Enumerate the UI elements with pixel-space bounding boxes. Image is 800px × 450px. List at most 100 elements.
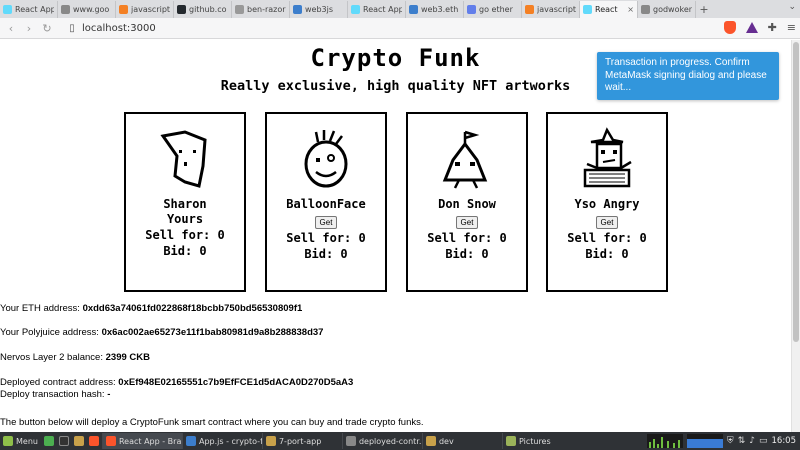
terminal-icon[interactable]	[58, 436, 69, 446]
page-scrollbar[interactable]	[791, 40, 800, 432]
tab-favicon-icon	[409, 5, 418, 14]
tab-favicon-icon	[583, 5, 592, 14]
files-icon[interactable]	[73, 436, 84, 446]
tab-label: React App	[363, 5, 402, 14]
volume-icon[interactable]: ♪	[749, 436, 755, 446]
mint-menu-icon	[3, 436, 13, 446]
address-bar[interactable]: localhost:3000	[82, 23, 602, 34]
battery-icon[interactable]: ▭	[759, 436, 768, 446]
taskbar-window-button[interactable]: 7-port-app	[261, 433, 342, 449]
tab-close-icon[interactable]: ×	[627, 5, 634, 14]
contract-address-value: 0xEf948E02165551c7b9EfFCE1d5dACA0D270D5a…	[118, 377, 354, 388]
browser-tab[interactable]: go ether	[464, 1, 522, 18]
card-sell-price: Sell for: 0	[567, 231, 647, 245]
window-app-icon	[505, 436, 516, 446]
taskbar-window-button[interactable]: Pictures	[501, 433, 582, 449]
tab-favicon-icon	[177, 5, 186, 14]
new-tab-button[interactable]: +	[696, 1, 712, 18]
window-app-icon	[345, 436, 356, 446]
browser-tab[interactable]: github.co	[174, 1, 232, 18]
tab-favicon-icon	[351, 5, 360, 14]
layer2-balance-line: Nervos Layer 2 balance: 2399 CKB	[0, 352, 150, 363]
browser-tab[interactable]: React ×	[580, 1, 638, 18]
card-bid: Bid: 0	[163, 244, 207, 258]
deploy-note: The button below will deploy a CryptoFun…	[0, 417, 424, 428]
transaction-toast[interactable]: Transaction in progress. Confirm MetaMas…	[597, 52, 779, 100]
forward-button[interactable]: ›	[22, 21, 36, 35]
tab-favicon-icon	[525, 5, 534, 14]
menu-icon[interactable]: ≡	[787, 21, 796, 34]
brave-rewards-icon[interactable]	[745, 22, 758, 33]
brave-shields-icon[interactable]	[723, 21, 736, 34]
get-button[interactable]: Get	[314, 216, 338, 229]
start-menu-label: Menu	[16, 436, 38, 446]
sharon-artwork-image	[160, 130, 207, 188]
window-app-icon	[185, 436, 196, 446]
tab-label: godwoken	[653, 5, 692, 14]
browser-toolbar: ‹ › ↻ ▯ localhost:3000 ✚ ≡	[0, 18, 800, 39]
tab-label: web3.eth	[421, 5, 459, 14]
taskbar-window-label: dev	[438, 436, 454, 446]
tab-label: github.co	[189, 5, 227, 14]
bookmark-icon[interactable]: ▯	[66, 21, 78, 35]
browser-tab[interactable]: web3js	[290, 1, 348, 18]
brave-launcher-icon[interactable]	[88, 436, 99, 446]
browser-tab[interactable]: javascript	[522, 1, 580, 18]
taskbar-window-label: React App - Bra...	[118, 436, 182, 446]
browser-tab[interactable]: godwoken	[638, 1, 696, 18]
clock[interactable]: 16:05	[772, 436, 797, 446]
reload-icon[interactable]: ↻	[40, 21, 54, 35]
scrollbar-thumb[interactable]	[793, 42, 799, 342]
taskbar-window-button[interactable]: deployed-contr...	[341, 433, 422, 449]
memory-graph	[686, 434, 723, 448]
nft-card-ysoangry: Yso Angry Get Sell for: 0 Bid: 0	[546, 112, 668, 292]
card-name: BalloonFace	[286, 197, 366, 211]
tab-label: ben-razor	[247, 5, 286, 14]
eth-address-line: Your ETH address: 0xdd63a74061fd022868f1…	[0, 303, 302, 314]
quick-launch	[41, 433, 102, 449]
show-desktop-icon[interactable]	[43, 436, 54, 446]
tab-favicon-icon	[641, 5, 650, 14]
polyjuice-address-value: 0x6ac002ae65273e11f1bab80981d9a8b288838d…	[101, 327, 324, 338]
browser-tab-strip: React App www.goo javascript github.co ben-r…	[0, 0, 800, 18]
taskbar-window-label: App.js - crypto-f...	[198, 436, 262, 446]
taskbar-window-button[interactable]: App.js - crypto-f...	[181, 433, 262, 449]
cpu-graph	[646, 434, 683, 448]
browser-tab[interactable]: ben-razor	[232, 1, 290, 18]
nft-card-sharon: Sharon Yours Sell for: 0 Bid: 0	[124, 112, 246, 292]
contract-address-line: Deployed contract address: 0xEf948E02165…	[0, 377, 353, 388]
tab-list-chevron-icon[interactable]: ⌄	[788, 2, 796, 12]
browser-tab[interactable]: www.goo	[58, 1, 116, 18]
window-app-icon	[265, 436, 276, 446]
tab-label: React	[595, 5, 618, 14]
shield-icon[interactable]: ⛨	[727, 436, 734, 446]
eth-address-label: Your ETH address:	[0, 303, 83, 314]
card-name-line2: Yours	[166, 212, 204, 226]
extensions-icon[interactable]: ✚	[768, 21, 777, 34]
get-button[interactable]: Get	[595, 216, 619, 229]
tab-favicon-icon	[119, 5, 128, 14]
tab-label: javascript	[131, 5, 170, 14]
browser-tab[interactable]: React App	[0, 1, 58, 18]
get-button[interactable]: Get	[455, 216, 479, 229]
ysoangry-artwork-image	[583, 127, 632, 188]
os-taskbar: Menu React App - Bra... App.js - crypto-f…	[0, 432, 800, 450]
start-menu-button[interactable]: Menu	[0, 433, 41, 449]
tab-label: web3js	[305, 5, 334, 14]
deploy-tx-hash-value: -	[107, 389, 111, 400]
back-button[interactable]: ‹	[4, 21, 18, 35]
browser-tab[interactable]: web3.eth	[406, 1, 464, 18]
tab-favicon-icon	[293, 5, 302, 14]
card-sell-price: Sell for: 0	[427, 231, 507, 245]
card-sell-price: Sell for: 0	[145, 228, 225, 242]
deploy-tx-hash-line: Deploy transaction hash: -	[0, 389, 110, 400]
browser-tab[interactable]: javascript	[116, 1, 174, 18]
browser-tab[interactable]: React App	[348, 1, 406, 18]
taskbar-window-button[interactable]: dev	[421, 433, 502, 449]
window-app-icon	[105, 436, 116, 446]
network-icon[interactable]: ⇅	[738, 436, 746, 446]
card-sell-price: Sell for: 0	[286, 231, 366, 245]
page-viewport: Crypto Funk Really exclusive, high quali…	[0, 40, 791, 432]
tab-favicon-icon	[61, 5, 70, 14]
taskbar-window-button[interactable]: React App - Bra...	[101, 433, 182, 449]
